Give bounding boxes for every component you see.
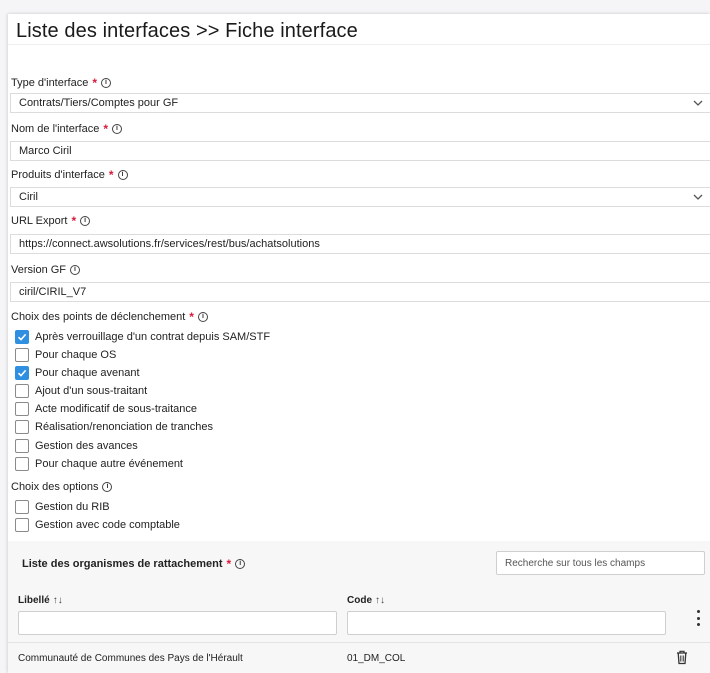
trigger-option-label: Pour chaque avenant [35, 367, 140, 379]
info-icon[interactable]: i [197, 312, 208, 322]
code-filter-input[interactable] [348, 612, 665, 634]
trigger-option-label: Réalisation/renonciation de tranches [35, 421, 213, 433]
checkmark-icon [17, 369, 27, 377]
trash-icon[interactable] [675, 649, 689, 665]
gf-version-input[interactable] [19, 283, 676, 301]
triggers-label: Choix des points de déclenchement * i [11, 310, 208, 324]
option-label: Gestion du RIB [35, 501, 110, 513]
required-marker: * [108, 168, 114, 182]
sort-icon[interactable]: ↑↓ [53, 595, 63, 606]
option-checkbox[interactable] [15, 500, 29, 514]
info-icon[interactable]: i [102, 482, 113, 492]
page-title: Liste des interfaces >> Fiche interface [16, 20, 358, 42]
interface-name-label: Nom de l'interface * i [11, 122, 122, 136]
organisms-table-title: Liste des organismes de rattachement * i [22, 557, 246, 571]
required-marker: * [226, 557, 232, 571]
trigger-checkbox[interactable] [15, 384, 29, 398]
table-cell-code: 01_DM_COL [347, 653, 406, 664]
interface-type-label: Type d'interface * i [11, 76, 111, 90]
required-marker: * [92, 76, 97, 90]
trigger-checkbox[interactable] [15, 439, 29, 453]
required-marker: * [189, 310, 194, 324]
required-marker: * [103, 122, 108, 136]
libelle-filter-input[interactable] [19, 612, 336, 634]
option-label: Gestion avec code comptable [35, 519, 180, 531]
kebab-menu-icon[interactable] [691, 608, 705, 628]
interface-type-value: Contrats/Tiers/Comptes pour GF [19, 97, 179, 109]
gf-version-field[interactable] [10, 282, 710, 302]
organisms-table-section: Liste des organismes de rattachement * i… [8, 541, 710, 673]
trigger-checkbox[interactable] [15, 420, 29, 434]
trigger-option[interactable]: Pour chaque avenant [15, 365, 140, 381]
code-filter[interactable] [347, 611, 666, 635]
interface-products-label: Produits d'interface * i [11, 168, 128, 182]
checkmark-icon [17, 333, 27, 341]
info-icon[interactable]: i [70, 265, 81, 275]
title-divider [8, 44, 710, 45]
trigger-checkbox[interactable] [15, 457, 29, 471]
column-header-libelle[interactable]: Libellé ↑↓ [18, 595, 63, 606]
option-item[interactable]: Gestion avec code comptable [15, 517, 180, 533]
trigger-option-label: Gestion des avances [35, 440, 138, 452]
trigger-option-label: Pour chaque OS [35, 349, 117, 361]
trigger-checkbox[interactable] [15, 402, 29, 416]
column-header-code[interactable]: Code ↑↓ [347, 595, 385, 606]
libelle-filter[interactable] [18, 611, 337, 635]
option-checkbox[interactable] [15, 518, 29, 532]
chevron-down-icon [693, 100, 703, 106]
interface-products-value: Ciril [19, 191, 38, 203]
trigger-option-label: Après verrouillage d'un contrat depuis S… [35, 331, 271, 343]
interface-products-select[interactable]: Ciril [10, 187, 710, 207]
trigger-option[interactable]: Après verrouillage d'un contrat depuis S… [15, 329, 270, 345]
trigger-option-label: Acte modificatif de sous-traitance [35, 403, 198, 415]
gf-version-label: Version GF i [11, 263, 81, 277]
trigger-option[interactable]: Acte modificatif de sous-traitance [15, 401, 197, 417]
trigger-option[interactable]: Ajout d'un sous-traitant [15, 383, 147, 399]
table-cell-libelle: Communauté de Communes des Pays de l'Hér… [18, 653, 243, 664]
trigger-option-label: Pour chaque autre événement [35, 458, 183, 470]
global-search-box[interactable] [496, 551, 705, 575]
sort-icon[interactable]: ↑↓ [375, 595, 385, 606]
url-export-label: URL Export * i [11, 214, 91, 228]
trigger-option[interactable]: Pour chaque autre événement [15, 456, 183, 472]
url-export-field[interactable] [10, 234, 710, 254]
interface-name-input[interactable] [19, 142, 676, 160]
options-label: Choix des options i [11, 480, 113, 494]
option-item[interactable]: Gestion du RIB [15, 499, 110, 515]
trigger-checkbox[interactable] [15, 366, 29, 380]
info-icon[interactable]: i [235, 559, 246, 569]
trigger-option[interactable]: Réalisation/renonciation de tranches [15, 419, 213, 435]
required-marker: * [71, 214, 77, 228]
global-search-input[interactable] [497, 552, 704, 574]
interface-name-field[interactable] [10, 141, 710, 161]
chevron-down-icon [693, 194, 703, 200]
info-icon[interactable]: i [117, 170, 128, 180]
trigger-option[interactable]: Pour chaque OS [15, 347, 116, 363]
url-export-input[interactable] [19, 235, 676, 253]
info-icon[interactable]: i [111, 124, 122, 134]
interface-form-panel: Liste des interfaces >> Fiche interface … [8, 14, 710, 673]
interface-type-select[interactable]: Contrats/Tiers/Comptes pour GF [10, 93, 710, 113]
trigger-checkbox[interactable] [15, 330, 29, 344]
info-icon[interactable]: i [80, 216, 91, 226]
trigger-option[interactable]: Gestion des avances [15, 438, 138, 454]
trigger-checkbox[interactable] [15, 348, 29, 362]
trigger-option-label: Ajout d'un sous-traitant [35, 385, 148, 397]
table-divider [8, 642, 710, 643]
info-icon[interactable]: i [100, 78, 111, 88]
